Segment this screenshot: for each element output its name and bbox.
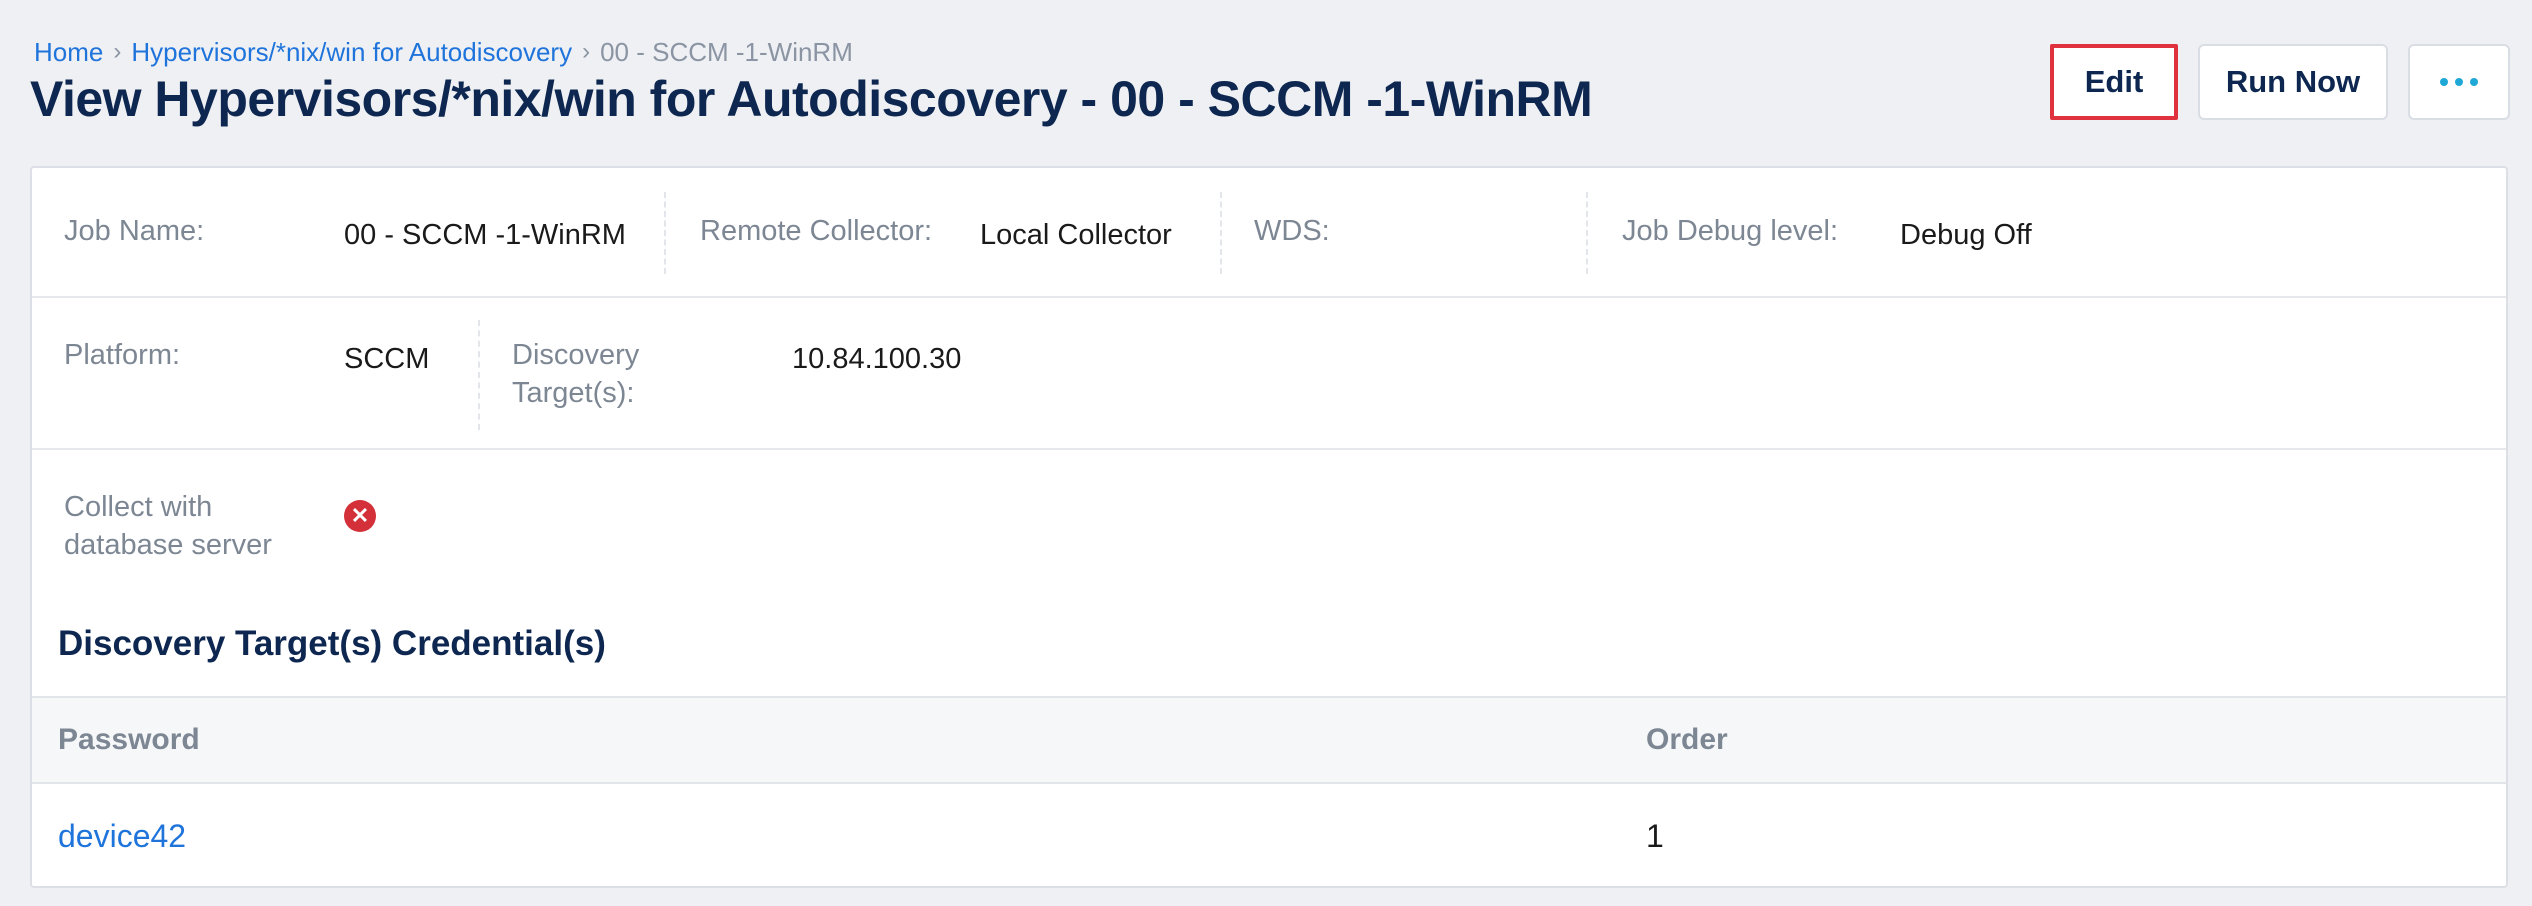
breadcrumb: Home › Hypervisors/*nix/win for Autodisc… (34, 34, 853, 70)
discovery-targets-label-line1: Discovery (512, 339, 640, 371)
breadcrumb-separator: › (582, 38, 591, 65)
remote-collector-label: Remote Collector: (700, 215, 933, 247)
breadcrumb-separator: › (113, 38, 122, 65)
breadcrumb-section-link[interactable]: Hypervisors/*nix/win for Autodiscovery (131, 37, 572, 68)
field-divider (478, 320, 480, 430)
remote-collector-value: Local Collector (980, 219, 1172, 251)
job-debug-level-label: Job Debug level: (1622, 215, 1839, 247)
password-cell: device42 (58, 784, 186, 886)
details-row: Platform: SCCM Discovery Target(s): 10.8… (32, 298, 2506, 450)
platform-value: SCCM (344, 343, 430, 375)
column-header-order[interactable]: Order (1646, 698, 1728, 782)
x-circle-icon: ✕ (344, 500, 376, 532)
page-actions: Edit Run Now (2050, 44, 2510, 120)
column-header-password[interactable]: Password (58, 698, 200, 782)
table-row: device42 1 (32, 784, 2506, 886)
field-divider (1220, 192, 1222, 274)
job-name-value: 00 - SCCM -1-WinRM (344, 219, 626, 251)
details-row: Job Name: 00 - SCCM -1-WinRM Remote Coll… (32, 168, 2506, 298)
platform-label: Platform: (64, 339, 181, 371)
wds-label: WDS: (1254, 215, 1330, 247)
collect-with-db-label: Collect with database server (64, 488, 272, 564)
field-divider (1586, 192, 1588, 274)
job-details-card: Job Name: 00 - SCCM -1-WinRM Remote Coll… (30, 166, 2508, 888)
job-name-label: Job Name: (64, 215, 205, 247)
page-title: View Hypervisors/*nix/win for Autodiscov… (30, 71, 1593, 127)
field-divider (664, 192, 666, 274)
run-now-button[interactable]: Run Now (2198, 44, 2388, 120)
breadcrumb-home-link[interactable]: Home (34, 37, 103, 68)
breadcrumb-current: 00 - SCCM -1-WinRM (600, 36, 853, 67)
more-horizontal-icon (2440, 78, 2478, 86)
credentials-section-title: Discovery Target(s) Credential(s) (58, 624, 606, 663)
discovery-targets-label-line2: Target(s): (512, 377, 635, 409)
discovery-targets-label: Discovery Target(s): (512, 336, 639, 412)
credentials-table-header: Password Order (32, 696, 2506, 784)
order-cell: 1 (1646, 817, 1664, 854)
edit-button[interactable]: Edit (2050, 44, 2178, 120)
collect-with-db-label-line2: database server (64, 529, 272, 561)
collect-with-db-label-line1: Collect with (64, 491, 213, 523)
job-debug-level-value: Debug Off (1900, 219, 2032, 251)
more-actions-button[interactable] (2408, 44, 2510, 120)
discovery-targets-value: 10.84.100.30 (792, 343, 962, 375)
password-link[interactable]: device42 (58, 818, 186, 855)
